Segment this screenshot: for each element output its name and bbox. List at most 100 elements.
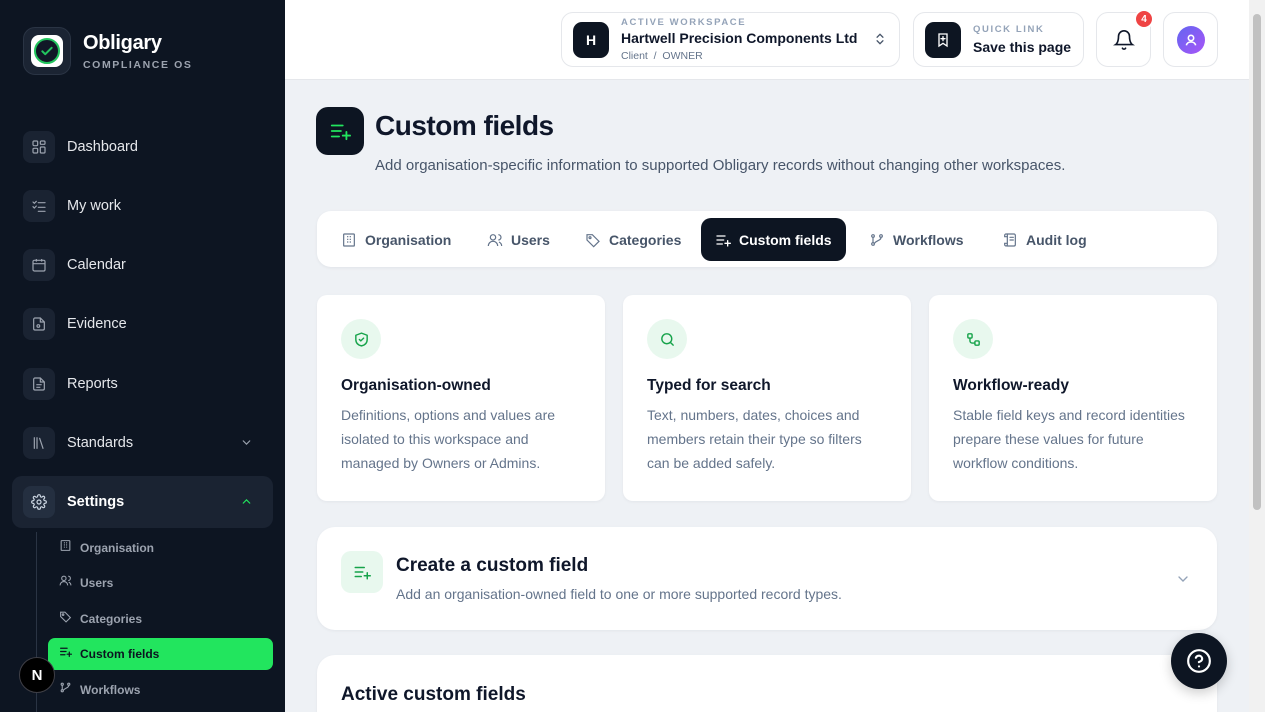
page-scrollbar[interactable] <box>1249 0 1265 712</box>
building-icon <box>343 232 355 247</box>
users-icon <box>59 574 72 592</box>
active-custom-fields-panel: Active custom fields <box>317 655 1217 712</box>
card-text: Stable field keys and record identities … <box>953 407 1185 471</box>
card-title: Workflow-ready <box>953 377 1069 394</box>
brand-subtitle: COMPLIANCE OS <box>83 58 193 71</box>
sidebar-subitem-workflows[interactable]: Workflows <box>48 674 273 706</box>
grid-icon <box>23 131 55 163</box>
card-title: Typed for search <box>647 377 771 394</box>
brand[interactable]: Obligary COMPLIANCE OS <box>23 27 192 75</box>
evidence-file-icon <box>23 308 55 340</box>
report-file-icon <box>23 368 55 400</box>
sidebar-item-label: Dashboard <box>67 139 138 155</box>
sidebar-subitem-label: Users <box>80 576 114 590</box>
sidebar-item-my-work[interactable]: My work <box>12 180 273 232</box>
workspace-role: Client / OWNER <box>621 50 703 62</box>
tab-workflows[interactable]: Workflows <box>855 218 978 261</box>
brand-logo-icon <box>23 27 71 75</box>
card-title: Organisation-owned <box>341 377 491 394</box>
tab-label: Categories <box>609 231 682 248</box>
sidebar-subitem-label: Organisation <box>80 541 155 555</box>
library-icon <box>23 427 55 459</box>
sidebar-item-label: Calendar <box>67 257 126 273</box>
chevron-down-icon <box>240 436 253 454</box>
users-icon <box>487 233 503 246</box>
feature-card-workflow-ready: Workflow-ready Stable field keys and rec… <box>929 295 1217 501</box>
tab-label: Audit log <box>1026 231 1087 248</box>
sidebar-item-standards[interactable]: Standards <box>12 417 273 469</box>
user-icon <box>1185 34 1196 46</box>
create-panel-subtitle: Add an organisation-owned field to one o… <box>396 586 842 602</box>
workflow-icon <box>953 319 993 359</box>
list-plus-icon <box>716 234 731 247</box>
brand-name: Obligary <box>83 31 162 54</box>
sidebar-item-label: Standards <box>67 435 134 451</box>
sidebar-subitem-users[interactable]: Users <box>48 567 273 599</box>
workflow-icon <box>59 681 72 699</box>
tab-audit-log[interactable]: Audit log <box>988 218 1101 261</box>
card-text: Definitions, options and values are isol… <box>341 407 556 471</box>
active-panel-title: Active custom fields <box>341 684 526 705</box>
sidebar-item-label: My work <box>67 198 121 214</box>
chevron-down-icon[interactable] <box>1175 571 1191 592</box>
bookmark-plus-icon <box>925 21 961 58</box>
tab-label: Users <box>511 231 550 248</box>
bell-icon <box>1112 29 1135 50</box>
workspace-name: Hartwell Precision Components Ltd <box>621 30 858 46</box>
dev-tools-badge[interactable]: N <box>19 657 55 693</box>
quick-link-label: Save this page <box>973 39 1072 55</box>
help-button[interactable] <box>1171 633 1227 689</box>
sidebar-item-reports[interactable]: Reports <box>12 358 273 410</box>
sidebar-subitem-label: Workflows <box>80 683 141 697</box>
sidebar-subitem-organisation[interactable]: Organisation <box>48 532 273 564</box>
user-menu-button[interactable] <box>1163 12 1218 67</box>
building-icon <box>59 539 72 557</box>
create-panel-title: Create a custom field <box>396 555 589 576</box>
sidebar-item-label: Evidence <box>67 316 127 332</box>
workflow-icon <box>871 233 883 246</box>
workspace-kicker: ACTIVE WORKSPACE <box>621 17 747 28</box>
sidebar-subitem-custom-fields[interactable]: Custom fields <box>48 638 273 670</box>
notifications-button[interactable]: 4 <box>1096 9 1154 67</box>
gear-icon <box>23 486 55 518</box>
tab-categories[interactable]: Categories <box>571 218 695 261</box>
workspace-avatar: H <box>573 21 609 58</box>
scrollbar-thumb[interactable] <box>1253 14 1261 510</box>
feature-card-typed-for-search: Typed for search Text, numbers, dates, c… <box>623 295 911 501</box>
custom-fields-icon <box>316 107 364 155</box>
sidebar-item-label: Reports <box>67 376 118 392</box>
checklist-icon <box>23 190 55 222</box>
chevron-up-down-icon <box>873 32 887 51</box>
page-subtitle: Add organisation-specific information to… <box>375 157 1066 174</box>
sidebar-item-settings[interactable]: Settings <box>12 476 273 528</box>
tab-label: Workflows <box>893 231 964 248</box>
sidebar-subitem-label: Custom fields <box>80 647 160 661</box>
search-icon <box>647 319 687 359</box>
tags-icon <box>59 610 72 628</box>
create-custom-field-panel[interactable]: Create a custom field Add an organisatio… <box>317 527 1217 630</box>
sidebar: Obligary COMPLIANCE OS Dashboard My work… <box>0 0 285 712</box>
sidebar-item-calendar[interactable]: Calendar <box>12 239 273 291</box>
tab-custom-fields[interactable]: Custom fields <box>701 218 846 261</box>
sidebar-item-dashboard[interactable]: Dashboard <box>12 121 273 173</box>
quick-link-kicker: QUICK LINK <box>973 24 1045 35</box>
workspace-switcher[interactable]: H ACTIVE WORKSPACE Hartwell Precision Co… <box>561 12 900 67</box>
shield-check-icon <box>341 319 381 359</box>
feature-card-organisation-owned: Organisation-owned Definitions, options … <box>317 295 605 501</box>
page-title: Custom fields <box>375 110 554 141</box>
chevron-up-icon <box>240 495 253 513</box>
sidebar-subitem-categories[interactable]: Categories <box>48 603 273 635</box>
tab-organisation[interactable]: Organisation <box>327 218 465 261</box>
sidebar-item-evidence[interactable]: Evidence <box>12 298 273 350</box>
calendar-icon <box>23 249 55 281</box>
list-plus-icon <box>59 645 73 663</box>
settings-tabs: Organisation Users Categories Custom fie… <box>317 211 1217 267</box>
sidebar-item-label: Settings <box>67 494 125 510</box>
tab-label: Organisation <box>365 231 452 248</box>
sidebar-subitem-label: Categories <box>80 612 143 626</box>
tab-users[interactable]: Users <box>473 218 564 261</box>
tab-label: Custom fields <box>739 231 832 248</box>
help-circle-icon <box>1187 649 1211 673</box>
avatar <box>1176 25 1205 54</box>
quick-link-save-page[interactable]: QUICK LINK Save this page <box>913 12 1084 67</box>
